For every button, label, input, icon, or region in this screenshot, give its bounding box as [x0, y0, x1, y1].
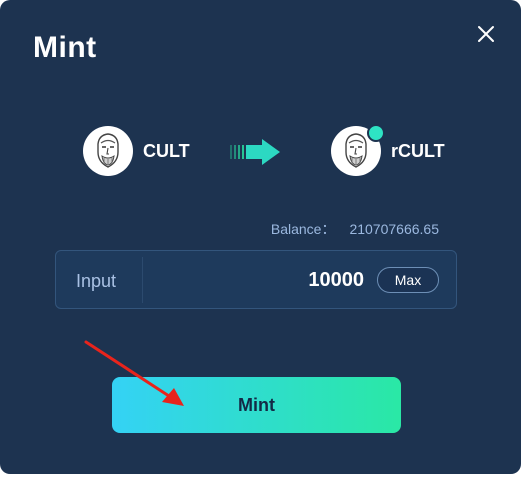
arrow-right-icon [230, 139, 282, 170]
status-badge [367, 124, 385, 142]
to-token-symbol: rCULT [391, 140, 445, 161]
amount-input-box: Input Max [55, 250, 457, 309]
pointer-arrow-icon [80, 336, 190, 413]
from-token: CULT [83, 125, 190, 177]
cult-avatar-icon [83, 126, 133, 176]
balance-row: Balance： 210707666.65 [271, 219, 439, 239]
to-token: rCULT [331, 124, 445, 177]
modal-title: Mint [33, 31, 97, 64]
input-divider [142, 257, 143, 303]
rcult-avatar-icon [331, 124, 385, 176]
max-button[interactable]: Max [377, 267, 439, 293]
close-icon[interactable] [474, 22, 498, 46]
balance-value: 210707666.65 [349, 221, 439, 237]
input-label: Input [76, 271, 117, 291]
mint-modal: Mint CULT rCULT Balance： 210707666.65 In… [0, 0, 521, 474]
from-token-symbol: CULT [143, 140, 190, 161]
amount-input[interactable] [164, 269, 364, 292]
balance-label: Balance： [270, 221, 336, 237]
